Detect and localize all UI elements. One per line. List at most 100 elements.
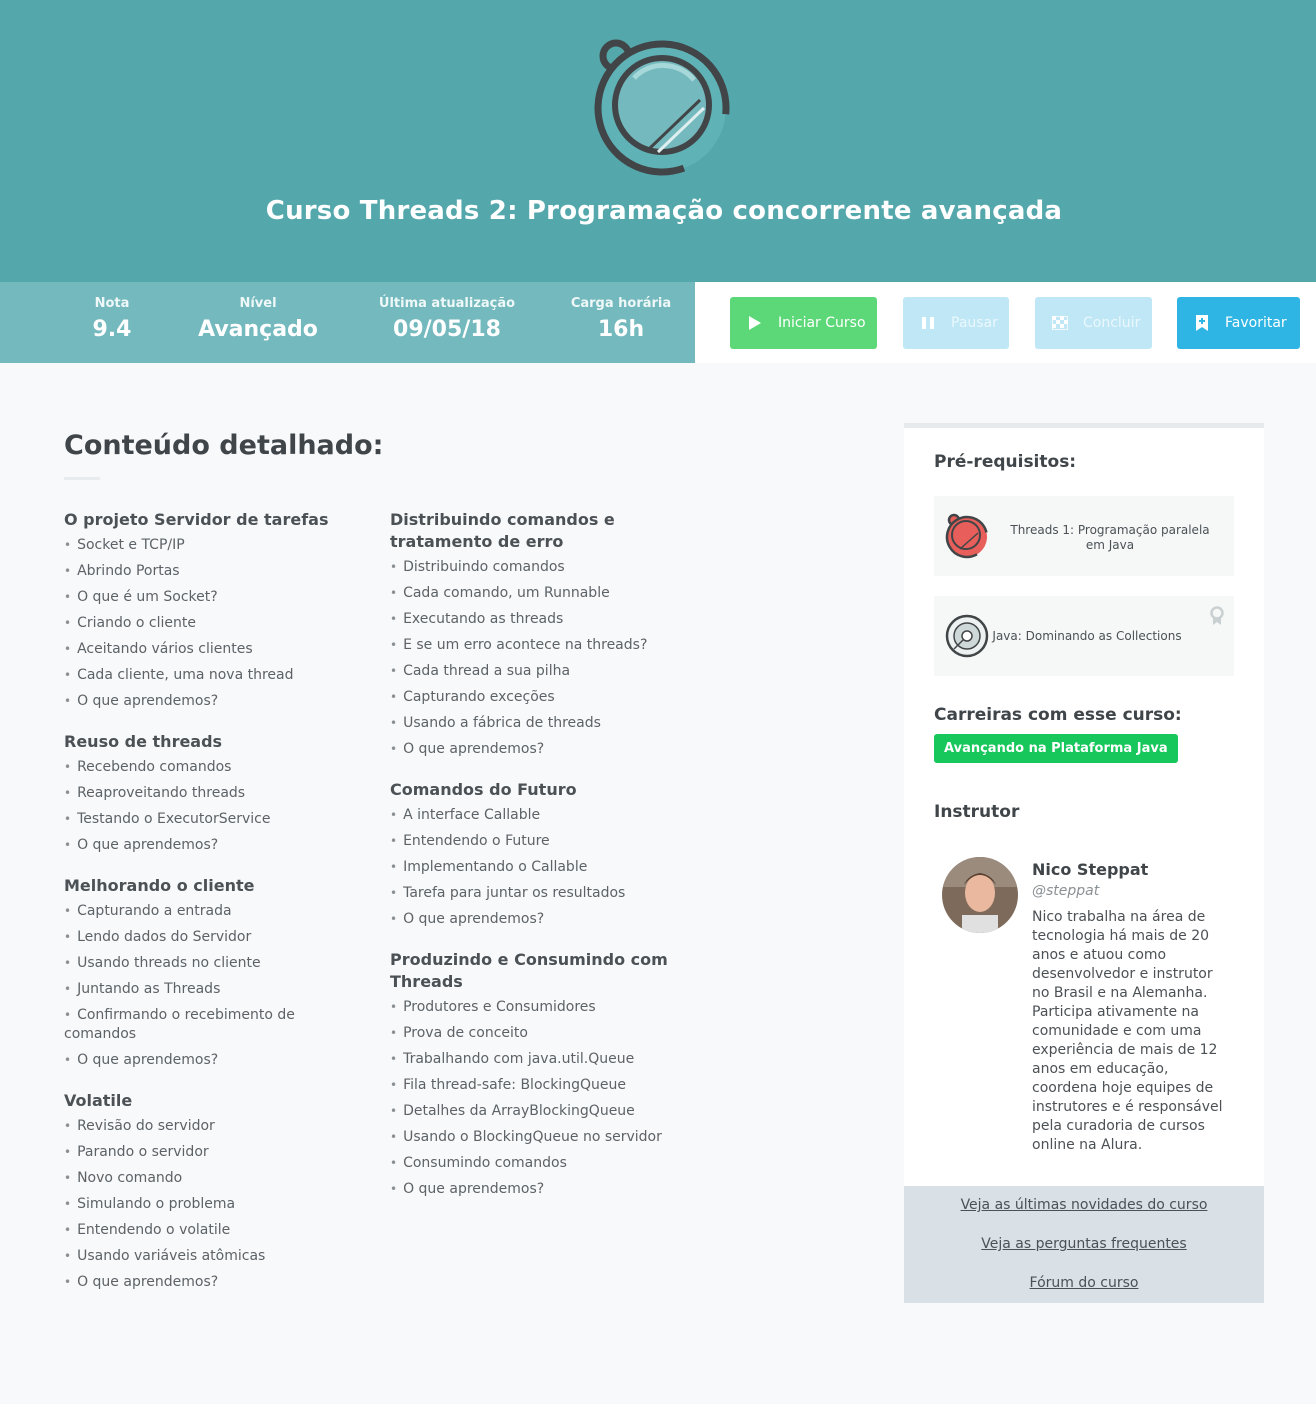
threads-clock-icon [945, 513, 989, 559]
lesson-item: Usando threads no cliente [64, 954, 354, 973]
title-divider [64, 477, 100, 480]
course-forum-link[interactable]: Fórum do curso [904, 1275, 1264, 1291]
lesson-item: A interface Callable [390, 806, 690, 825]
course-hero: Curso Threads 2: Programação concorrente… [0, 0, 1316, 282]
section-title: Comandos do Futuro [390, 780, 577, 799]
lesson-item: Entendendo o Future [390, 832, 690, 851]
lesson-item: O que aprendemos? [390, 740, 690, 759]
lesson-item: Cada thread a sua pilha [390, 662, 690, 681]
lesson-item: Socket e TCP/IP [64, 536, 354, 555]
lesson-item: O que aprendemos? [64, 1273, 354, 1292]
lesson-item: O que aprendemos? [390, 910, 690, 929]
lesson-item: Capturando a entrada [64, 902, 354, 921]
syllabus-section: Distribuindo comandos e tratamento de er… [390, 509, 690, 759]
lesson-item: O que aprendemos? [390, 1180, 690, 1199]
stat-label: Nota [94, 296, 130, 311]
lesson-item: O que aprendemos? [64, 836, 354, 855]
syllabus-section: Reuso de threads Recebendo comandos Reapro… [64, 731, 354, 855]
syllabus-column-right: Distribuindo comandos e tratamento de er… [390, 509, 690, 1219]
stat-value: Avançado [198, 317, 318, 342]
career-tag[interactable]: Avançando na Plataforma Java [934, 734, 1178, 763]
lesson-list: Distribuindo comandos Cada comando, um Ru… [390, 558, 690, 759]
course-stats-bar: Nota 9.4 Nível Avançado Última atualizaç… [0, 282, 695, 363]
lesson-item: Cada comando, um Runnable [390, 584, 690, 603]
lesson-item: Distribuindo comandos [390, 558, 690, 577]
lesson-item: Aceitando vários clientes [64, 640, 354, 659]
pause-label: Pausar [951, 315, 998, 331]
syllabus-section: Comandos do Futuro A interface Callable En… [390, 779, 690, 929]
lesson-item: Novo comando [64, 1169, 354, 1188]
lesson-list: Revisão do servidor Parando o servidor Nov… [64, 1117, 354, 1292]
lesson-item: Capturando exceções [390, 688, 690, 707]
pause-button[interactable]: Pausar [903, 297, 1009, 349]
lesson-item: Consumindo comandos [390, 1154, 690, 1173]
lesson-item: Detalhes da ArrayBlockingQueue [390, 1102, 690, 1121]
lesson-item: Confirmando o recebimento de comandos [64, 1006, 354, 1044]
section-title: Produzindo e Consumindo com Threads [390, 950, 668, 991]
clock-badge-icon [594, 39, 730, 176]
bookmark-plus-icon [1193, 314, 1211, 332]
section-title: Volatile [64, 1091, 133, 1110]
start-course-button[interactable]: Iniciar Curso [730, 297, 877, 349]
instructor-handle[interactable]: @steppat [1032, 883, 1099, 899]
finish-label: Concluir [1083, 315, 1141, 331]
lesson-list: A interface Callable Entendendo o Future I… [390, 806, 690, 929]
faq-link[interactable]: Veja as perguntas frequentes [904, 1236, 1264, 1252]
lesson-item: Prova de conceito [390, 1024, 690, 1043]
lesson-item: E se um erro acontece na threads? [390, 636, 690, 655]
stat-label: Nível [239, 296, 277, 311]
play-icon [746, 314, 764, 332]
prerequisite-name: Java: Dominando as Collections [992, 629, 1182, 643]
section-title: Reuso de threads [64, 732, 223, 751]
lesson-item: Reaproveitando threads [64, 784, 354, 803]
lesson-item: Implementando o Callable [390, 858, 690, 877]
finish-button[interactable]: Concluir [1035, 297, 1152, 349]
lesson-item: Recebendo comandos [64, 758, 354, 777]
lesson-item: O que aprendemos? [64, 692, 354, 711]
lesson-item: Usando variáveis atômicas [64, 1247, 354, 1266]
favorite-button[interactable]: Favoritar [1177, 297, 1300, 349]
stat-last-update: Última atualização 09/05/18 [372, 296, 522, 342]
stat-value: 09/05/18 [393, 317, 501, 342]
lesson-item: Criando o cliente [64, 614, 354, 633]
syllabus-section: Melhorando o cliente Capturando a entrada… [64, 875, 354, 1070]
avatar [942, 857, 1018, 933]
stat-workload: Carga horária 16h [566, 296, 676, 342]
stat-value: 9.4 [92, 317, 132, 342]
lesson-item: Lendo dados do Servidor [64, 928, 354, 947]
prerequisites-title: Pré-requisitos: [934, 452, 1077, 472]
lesson-item: O que aprendemos? [64, 1051, 354, 1070]
lesson-item: O que é um Socket? [64, 588, 354, 607]
syllabus-section: O projeto Servidor de tarefas Socket e TC… [64, 509, 354, 711]
lesson-item: Entendendo o volatile [64, 1221, 354, 1240]
prerequisite-name: Threads 1: Programação paralela em Java [1010, 523, 1210, 552]
lesson-item: Parando o servidor [64, 1143, 354, 1162]
lesson-item: Abrindo Portas [64, 562, 354, 581]
pause-icon [919, 314, 937, 332]
lesson-item: Revisão do servidor [64, 1117, 354, 1136]
prerequisite-card[interactable]: Threads 1: Programação paralela em Java [934, 496, 1234, 576]
course-news-link[interactable]: Veja as últimas novidades do curso [904, 1197, 1264, 1213]
lesson-item: Cada cliente, uma nova thread [64, 666, 354, 685]
course-links: Veja as últimas novidades do curso Veja … [904, 1186, 1264, 1303]
start-course-label: Iniciar Curso [778, 315, 866, 331]
lesson-item: Usando o BlockingQueue no servidor [390, 1128, 690, 1147]
lesson-item: Testando o ExecutorService [64, 810, 354, 829]
lesson-item: Trabalhando com java.util.Queue [390, 1050, 690, 1069]
lesson-item: Juntando as Threads [64, 980, 354, 999]
syllabus-section: Produzindo e Consumindo com Threads Produ… [390, 949, 690, 1199]
detailed-content-title: Conteúdo detalhado: [64, 430, 384, 461]
certificate-badge-icon [1210, 606, 1224, 625]
lesson-item: Tarefa para juntar os resultados [390, 884, 690, 903]
lesson-list: Recebendo comandos Reaproveitando threads… [64, 758, 354, 855]
course-actions: Iniciar Curso Pausar Concluir Favoritar [695, 282, 1316, 363]
prerequisite-card[interactable]: Java: Dominando as Collections [934, 596, 1234, 676]
lesson-list: Socket e TCP/IP Abrindo Portas O que é um … [64, 536, 354, 711]
syllabus-column-left: O projeto Servidor de tarefas Socket e TC… [64, 509, 354, 1312]
careers-title: Carreiras com esse curso: [934, 705, 1182, 725]
lesson-item: Simulando o problema [64, 1195, 354, 1214]
course-sidebar: Pré-requisitos: Threads 1: Programação p… [904, 423, 1264, 1303]
favorite-label: Favoritar [1225, 315, 1287, 331]
checkered-flag-icon [1051, 314, 1069, 332]
section-title: Distribuindo comandos e tratamento de er… [390, 510, 615, 551]
